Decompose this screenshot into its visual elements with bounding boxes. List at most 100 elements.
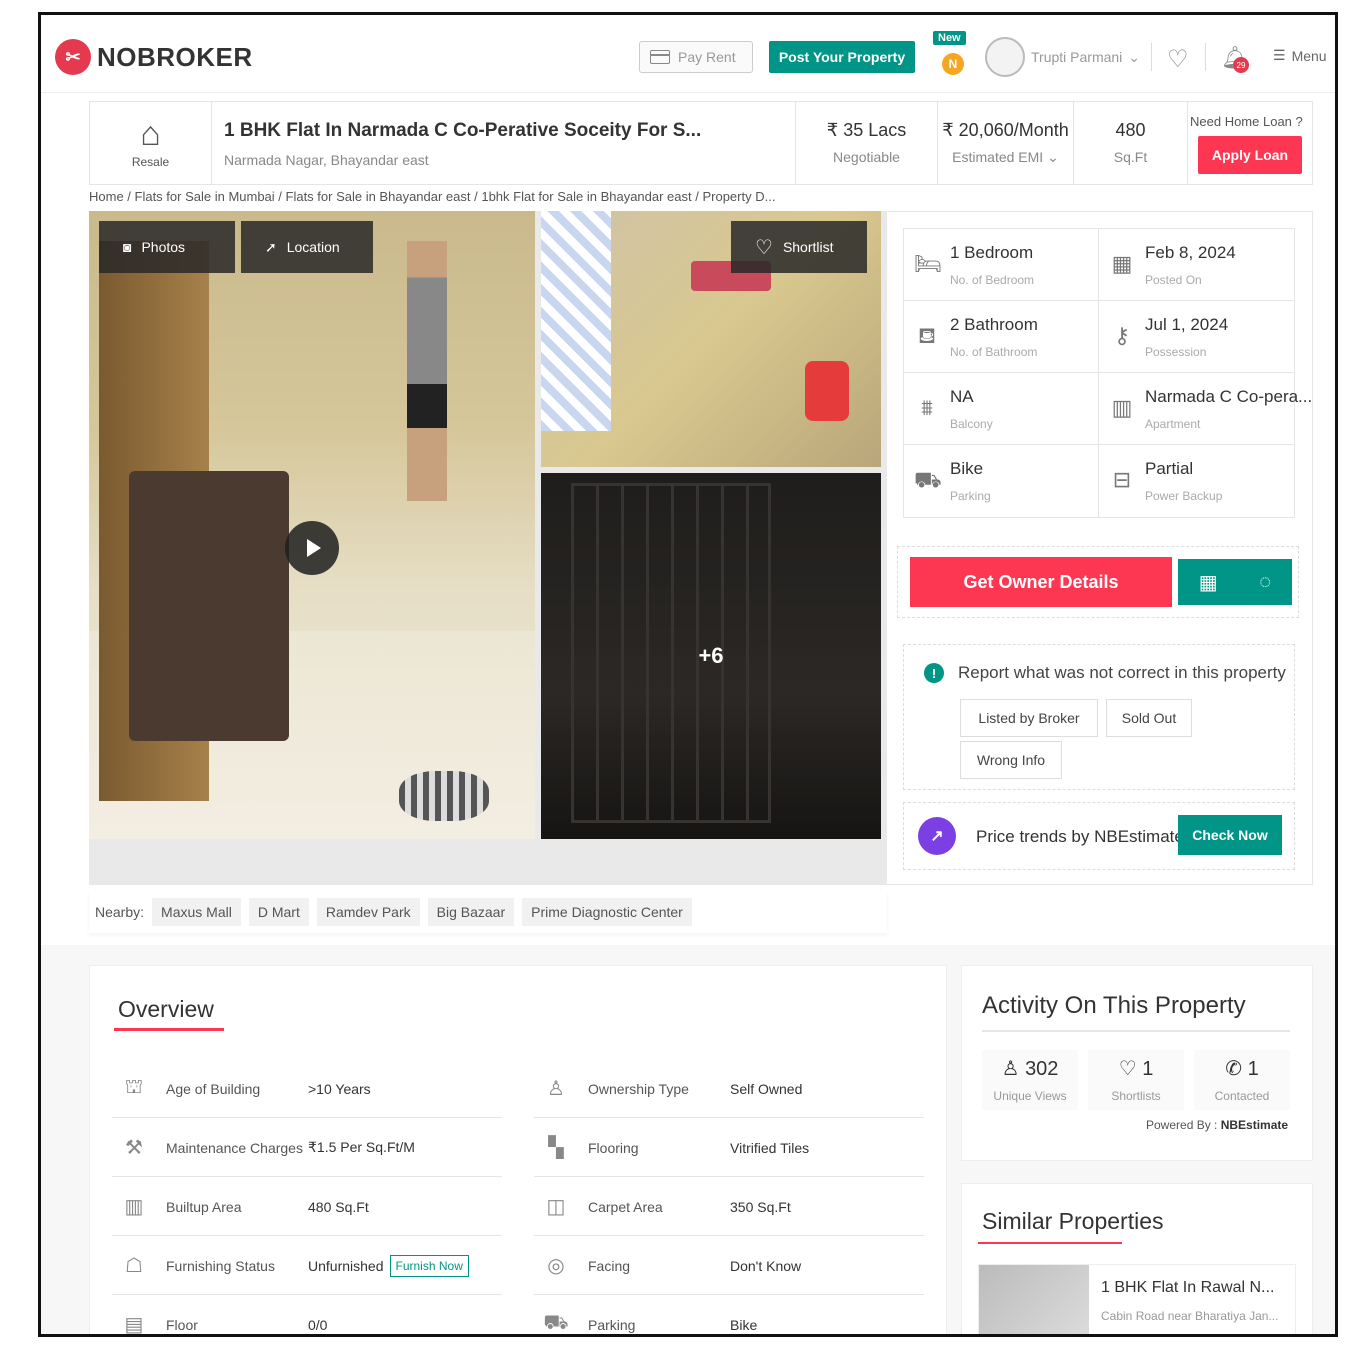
hamburger-icon: ☰ — [1273, 47, 1286, 63]
floor-icon: ▤ — [124, 1314, 144, 1336]
post-property-button[interactable]: Post Your Property — [769, 41, 915, 73]
avatar — [985, 37, 1025, 77]
house-rupee-icon: ⌂ — [140, 115, 161, 153]
tools-icon: ⚒ — [125, 1137, 143, 1159]
area-value: 480 — [1115, 120, 1146, 140]
new-badge: New — [933, 31, 966, 45]
similar-property-thumbnail — [979, 1265, 1089, 1334]
price-cell: ₹ 35 Lacs Negotiable — [796, 102, 938, 184]
detail-balcony: ⩩ NA Balcony — [904, 373, 1099, 444]
overview-row: ♙ Ownership Type Self Owned — [534, 1060, 924, 1118]
activity-title: Activity On This Property — [982, 992, 1246, 1019]
nearby-chip[interactable]: D Mart — [248, 898, 309, 926]
report-box: ! Report what was not correct in this pr… — [903, 644, 1295, 790]
check-now-button[interactable]: Check Now — [1178, 815, 1282, 855]
credit-card-icon — [650, 50, 670, 64]
furnish-now-button[interactable]: Furnish Now — [389, 1254, 469, 1277]
detail-possession: ⚷ Jul 1, 2024 Possession — [1099, 301, 1294, 372]
key-icon: ⚷ — [1113, 323, 1131, 348]
report-wrong-info[interactable]: Wrong Info — [960, 741, 1062, 779]
stat-unique-views: ♙ 302 Unique Views — [982, 1050, 1078, 1110]
nobroker-coin-icon[interactable]: N — [942, 53, 964, 75]
shortlist-heart-icon[interactable]: ♡ — [1167, 45, 1189, 74]
detail-parking: ⛟ Bike Parking — [904, 445, 1099, 517]
overview-row: ⛟ Parking Bike — [534, 1296, 924, 1334]
header-divider — [1205, 43, 1206, 71]
similar-title: Similar Properties — [982, 1208, 1164, 1234]
compass-icon: ➚ — [265, 238, 277, 255]
emi-cell[interactable]: ₹ 20,060/Month Estimated EMI ⌄ — [938, 102, 1074, 184]
photo-curtain — [541, 211, 611, 431]
location-button[interactable]: ➚ Location — [241, 221, 373, 273]
property-title: 1 BHK Flat In Narmada C Co-Perative Soce… — [224, 120, 702, 141]
menu-button[interactable]: ☰ Menu — [1273, 47, 1327, 64]
battery-icon: ⊟ — [1112, 467, 1132, 492]
photo-gallery: +6 ◙ Photos ➚ Location ♡ Shortlist — [89, 211, 887, 885]
photos-button[interactable]: ◙ Photos — [99, 221, 235, 273]
overview-row: ◫ Carpet Area 350 Sq.Ft — [534, 1178, 924, 1236]
breadcrumb[interactable]: Home / Flats for Sale in Mumbai / Flats … — [89, 189, 775, 204]
resale-label: Resale — [131, 155, 170, 169]
overview-row: ▤ Floor 0/0 — [112, 1296, 502, 1336]
similar-property-card[interactable]: 1 BHK Flat In Rawal N... Cabin Road near… — [978, 1264, 1296, 1334]
user-profile-dropdown[interactable]: Trupti Parmani ⌄ — [985, 37, 1140, 77]
photo-jar — [805, 361, 849, 421]
nearby-places: Nearby: Maxus Mall D Mart Ramdev Park Bi… — [89, 891, 887, 933]
schedule-visit-calendar-icon[interactable]: ▦ — [1199, 570, 1218, 595]
nearby-chip[interactable]: Big Bazaar — [427, 898, 515, 926]
sofa-icon: ☖ — [125, 1255, 143, 1277]
heart-icon: ♡ — [755, 236, 773, 259]
camera-icon: ◙ — [123, 239, 132, 255]
chat-icon[interactable]: ◌ — [1259, 571, 1271, 594]
more-photos-count[interactable]: +6 — [541, 473, 881, 839]
report-listed-by-broker[interactable]: Listed by Broker — [960, 699, 1098, 737]
property-title-bar: ⌂ Resale 1 BHK Flat In Narmada C Co-Pera… — [89, 101, 1313, 185]
pay-rent-button[interactable]: Pay Rent — [639, 41, 753, 73]
nobroker-logo[interactable]: ✂ NOBROKER — [55, 39, 253, 75]
calendar-icon: ▦ — [1111, 251, 1133, 276]
nearby-chip[interactable]: Prime Diagnostic Center — [522, 898, 692, 926]
similar-property-address: Cabin Road near Bharatiya Jan... — [1101, 1309, 1279, 1323]
header-divider — [1151, 43, 1152, 71]
area-cell: 480 Sq.Ft — [1074, 102, 1188, 184]
shortlist-button[interactable]: ♡ Shortlist — [731, 221, 867, 273]
report-heading: ! Report what was not correct in this pr… — [924, 663, 1286, 683]
user-icon: ♙ — [1001, 1058, 1020, 1080]
powered-by: Powered By : NBEstimate — [1146, 1118, 1289, 1132]
building-icon: ▥ — [124, 1196, 144, 1218]
shortlist-label: Shortlist — [782, 239, 834, 255]
phone-icon: ✆ — [1225, 1058, 1243, 1080]
menu-label: Menu — [1291, 47, 1327, 64]
top-header: ✂ NOBROKER Pay Rent Post Your Property N… — [41, 15, 1335, 93]
photo-sofa — [129, 471, 289, 741]
apply-loan-button[interactable]: Apply Loan — [1198, 136, 1302, 174]
get-owner-details-button[interactable]: Get Owner Details — [910, 557, 1172, 607]
property-address: Narmada Nagar, Bhayandar east — [224, 152, 429, 168]
similar-property-title: 1 BHK Flat In Rawal N... — [1101, 1279, 1275, 1296]
resale-badge: ⌂ Resale — [90, 102, 212, 184]
detail-bathroom: ⛾ 2 Bathroom No. of Bathroom — [904, 301, 1099, 372]
detail-posted-on: ▦ Feb 8, 2024 Posted On — [1099, 229, 1294, 300]
overview-row: ⛫ Age of Building >10 Years — [112, 1060, 502, 1118]
browser-frame: ✂ NOBROKER Pay Rent Post Your Property N… — [38, 12, 1338, 1337]
price-value: ₹ 35 Lacs — [826, 120, 907, 140]
detail-bedroom: 🛏︎ 1 Bedroom No. of Bedroom — [904, 229, 1099, 300]
stat-shortlists: ♡ 1 Shortlists — [1088, 1050, 1184, 1110]
price-negotiable: Negotiable — [833, 149, 900, 165]
user-name: Trupti Parmani — [1031, 49, 1123, 65]
stat-contacted: ✆ 1 Contacted — [1194, 1050, 1290, 1110]
title-underline — [114, 1028, 224, 1031]
overview-title: Overview — [118, 996, 214, 1022]
overview-row: ◎ Facing Don't Know — [534, 1237, 924, 1295]
emi-label: Estimated EMI ⌄ — [952, 149, 1059, 165]
owner-icon: ♙ — [547, 1078, 565, 1100]
report-sold-out[interactable]: Sold Out — [1106, 699, 1192, 737]
nearby-chip[interactable]: Ramdev Park — [316, 898, 420, 926]
detail-apartment: ▥ Narmada C Co-pera... Apartment — [1099, 373, 1313, 444]
overview-row: ▥ Builtup Area 480 Sq.Ft — [112, 1178, 502, 1236]
divider — [982, 1030, 1290, 1032]
overview-card: Overview ⛫ Age of Building >10 Years ⚒ M… — [89, 965, 947, 1336]
play-video-icon[interactable] — [285, 521, 339, 575]
nearby-chip[interactable]: Maxus Mall — [152, 898, 241, 926]
carpet-icon: ◫ — [546, 1196, 566, 1218]
